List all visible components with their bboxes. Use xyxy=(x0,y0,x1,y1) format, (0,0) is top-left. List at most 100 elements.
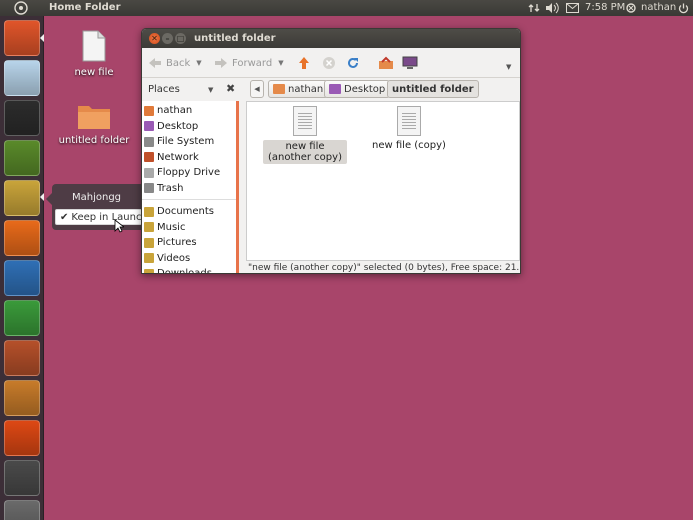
sidebar-item-label: Music xyxy=(157,221,186,233)
launcher-nvidia-settings-icon[interactable] xyxy=(4,140,40,176)
sidebar-item-documents[interactable]: Documents xyxy=(144,204,214,219)
chevron-down-icon[interactable]: ▼ xyxy=(208,86,213,94)
launcher-system-monitor-icon[interactable] xyxy=(4,100,40,136)
up-button[interactable] xyxy=(298,54,310,72)
crumb-label: Desktop xyxy=(344,83,386,95)
desktop-icon-untitled-folder[interactable]: untitled folder xyxy=(58,102,130,146)
folder-icon xyxy=(144,253,154,263)
home-button[interactable] xyxy=(378,54,394,72)
back-button[interactable]: Back ▼ xyxy=(148,54,202,72)
folder-icon xyxy=(144,222,154,232)
path-back-button[interactable]: ◀ xyxy=(250,80,264,98)
desktop-icon-new-file[interactable]: new file xyxy=(66,30,122,78)
close-sidebar-icon[interactable]: ✖ xyxy=(226,82,235,95)
sidebar-item-floppy-drive[interactable]: Floppy Drive xyxy=(144,165,220,180)
volume-icon[interactable] xyxy=(545,1,559,15)
launcher-solitaire-icon[interactable] xyxy=(4,60,40,96)
ubuntu-logo-icon[interactable] xyxy=(13,1,29,15)
launcher-bottom-item-icon[interactable] xyxy=(4,500,40,520)
folder-icon xyxy=(78,106,110,129)
home-icon xyxy=(379,56,393,69)
folder-icon xyxy=(144,206,154,217)
computer-button[interactable] xyxy=(402,54,418,72)
running-indicator xyxy=(40,193,44,201)
stop-button[interactable] xyxy=(322,54,336,72)
folder-icon xyxy=(144,237,154,248)
folder-icon xyxy=(144,268,154,273)
file-view[interactable]: new file (another copy) new file (copy) xyxy=(246,101,520,261)
sidebar-item-videos[interactable]: Videos xyxy=(144,251,190,266)
status-bar: "new file (another copy)" selected (0 by… xyxy=(246,261,520,273)
forward-label: Forward xyxy=(232,57,273,69)
user-name[interactable]: nathan xyxy=(641,2,676,13)
window-maximize-button[interactable]: □ xyxy=(175,33,186,44)
reload-icon xyxy=(348,57,358,68)
active-window-title: Home Folder xyxy=(49,2,121,13)
running-indicator xyxy=(40,34,44,42)
sidebar-item-file-system[interactable]: File System xyxy=(144,134,214,149)
check-icon: ✔ xyxy=(60,212,69,223)
launcher-writer-icon[interactable] xyxy=(4,260,40,296)
home-icon xyxy=(273,84,285,94)
mail-icon[interactable] xyxy=(566,1,579,15)
network-icon[interactable] xyxy=(528,1,540,15)
forward-button[interactable]: Forward ▼ xyxy=(214,54,284,72)
power-icon[interactable] xyxy=(678,1,689,15)
keep-in-launcher-item[interactable]: ✔ Keep in Launcher xyxy=(55,209,158,225)
forward-arrow-icon xyxy=(215,58,227,68)
place-icon xyxy=(144,136,154,147)
clock[interactable]: 7:58 PM xyxy=(585,2,625,13)
file-label: new file (copy) xyxy=(372,140,446,151)
desktop-icon xyxy=(329,84,341,94)
launcher-software-center-icon[interactable] xyxy=(4,380,40,416)
sidebar-item-label: Trash xyxy=(157,182,184,194)
window-close-button[interactable]: ✕ xyxy=(149,33,160,44)
desktop-icon-label: new file xyxy=(74,67,114,78)
launcher-ubuntu-one-icon[interactable] xyxy=(4,420,40,456)
user-status-icon[interactable] xyxy=(626,1,636,15)
sidebar-item-label: Pictures xyxy=(157,237,197,248)
reload-button[interactable] xyxy=(346,54,360,72)
sidebar-item-trash[interactable]: Trash xyxy=(144,181,183,196)
chevron-down-icon[interactable]: ▼ xyxy=(196,59,201,67)
crumb-desktop[interactable]: Desktop xyxy=(324,80,391,98)
sidebar-item-music[interactable]: Music xyxy=(144,220,185,235)
toolbar-overflow-button[interactable]: ▼ xyxy=(506,58,511,76)
launcher-workspace-switcher-icon[interactable] xyxy=(4,460,40,496)
desktop-icon-label: untitled folder xyxy=(58,135,130,146)
sidebar-item-desktop[interactable]: Desktop xyxy=(144,119,198,134)
sidebar-item-downloads[interactable]: Downloads xyxy=(144,266,212,274)
sidebar-item-label: File System xyxy=(157,136,215,147)
crumb-label: nathan xyxy=(288,83,324,95)
crumb-label: untitled folder xyxy=(392,83,474,95)
chevron-down-icon: ▼ xyxy=(506,63,512,71)
launcher-impress-icon[interactable] xyxy=(4,340,40,376)
toolbar: Back ▼ Forward ▼ ▼ xyxy=(142,48,520,78)
crumb-nathan[interactable]: nathan xyxy=(268,80,329,98)
file-item[interactable]: new file (copy) xyxy=(367,106,451,151)
window-minimize-button[interactable]: – xyxy=(162,33,173,44)
sidebar-item-label: Desktop xyxy=(157,120,199,132)
sidebar-item-network[interactable]: Network xyxy=(144,150,199,165)
sidebar-item-label: Network xyxy=(157,151,199,163)
launcher-calc-icon[interactable] xyxy=(4,300,40,336)
launcher-firefox-icon[interactable] xyxy=(4,220,40,256)
sidebar-item-label: nathan xyxy=(157,105,193,116)
top-panel: Home Folder 7:58 PM nathan xyxy=(0,0,693,16)
sidebar-item-label: Downloads xyxy=(157,268,212,274)
file-item[interactable]: new file (another copy) xyxy=(263,106,347,164)
launcher-mahjongg-icon[interactable] xyxy=(4,180,40,216)
window-titlebar[interactable]: ✕ – □ untitled folder xyxy=(142,29,520,48)
sidebar-item-nathan[interactable]: nathan xyxy=(144,103,192,118)
up-arrow-icon xyxy=(299,57,309,69)
back-arrow-icon xyxy=(149,58,161,68)
launcher-home-folder-icon[interactable] xyxy=(4,20,40,56)
sidebar-item-pictures[interactable]: Pictures xyxy=(144,235,197,250)
crumb-untitled-folder[interactable]: untitled folder xyxy=(387,80,479,98)
chevron-down-icon[interactable]: ▼ xyxy=(278,59,283,67)
mouse-cursor-icon xyxy=(114,219,124,233)
sidebar-item-label: Documents xyxy=(157,206,215,217)
sidebar-header[interactable]: Places xyxy=(148,84,180,95)
file-manager-window: ✕ – □ untitled folder Back ▼ Forward ▼ ▼… xyxy=(141,28,521,274)
text-file-icon xyxy=(82,30,106,62)
